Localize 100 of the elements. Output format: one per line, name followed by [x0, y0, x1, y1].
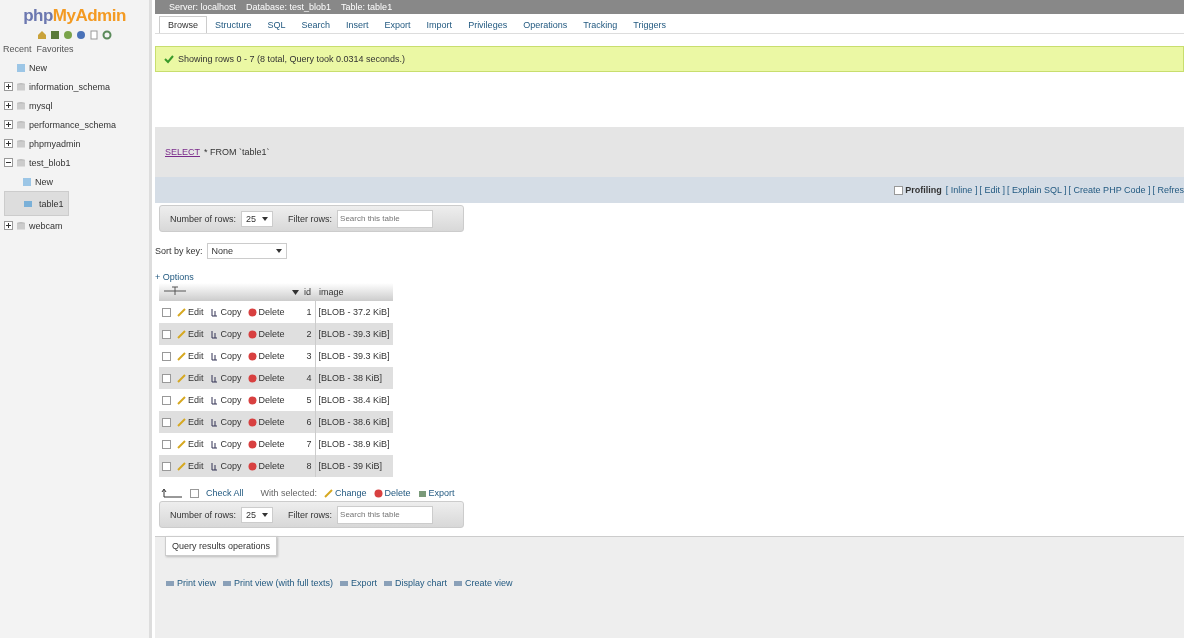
check-all-link[interactable]: Check All: [206, 488, 244, 498]
operation-link[interactable]: Print view: [165, 578, 216, 588]
sidebar-tab[interactable]: Favorites: [36, 44, 74, 54]
operation-link[interactable]: Print view (with full texts): [222, 578, 334, 588]
copy-link[interactable]: Copy: [209, 329, 242, 339]
delete-link[interactable]: Delete: [247, 395, 285, 405]
rows-dropdown[interactable]: 25: [241, 210, 274, 227]
sql-keyword[interactable]: SELECT: [165, 147, 200, 157]
copy-link[interactable]: Copy: [209, 461, 242, 471]
delete-link[interactable]: Delete: [247, 461, 285, 471]
tab[interactable]: Insert: [338, 17, 377, 33]
tab[interactable]: Structure: [207, 17, 260, 33]
tab[interactable]: Export: [376, 17, 419, 33]
delete-link[interactable]: Delete: [247, 351, 285, 361]
expander-icon[interactable]: [4, 82, 13, 91]
delete-link[interactable]: Delete: [247, 373, 285, 383]
expander-icon[interactable]: [4, 139, 13, 148]
sort-dropdown[interactable]: None: [206, 243, 287, 259]
query-link[interactable]: [ Refres: [1152, 185, 1184, 195]
rows-dropdown[interactable]: 25: [241, 506, 274, 523]
tree-item[interactable]: performance_schema: [29, 119, 117, 130]
sidebar-tab[interactable]: Recent: [3, 44, 32, 54]
query-link[interactable]: [ Create PHP Code ]: [1068, 185, 1151, 195]
column-resize-icon[interactable]: [163, 286, 187, 296]
tab[interactable]: Privileges: [460, 17, 516, 33]
tab[interactable]: Browse: [159, 16, 207, 33]
edit-link[interactable]: Edit: [177, 417, 204, 427]
table-cell: [BLOB - 38.9 KiB]: [315, 433, 393, 455]
expander-icon[interactable]: [4, 221, 13, 230]
tab[interactable]: Import: [418, 17, 461, 33]
column-header[interactable]: id: [287, 283, 316, 301]
copy-icon: [209, 439, 219, 449]
table-cell: 6: [287, 411, 316, 433]
checkbox[interactable]: [894, 185, 904, 195]
row-checkbox[interactable]: [162, 439, 171, 449]
tree-item[interactable]: webcam: [29, 220, 63, 231]
table-cell: 8: [287, 455, 316, 477]
operation-link[interactable]: Display chart: [383, 578, 448, 588]
tree-item-row[interactable]: table1: [4, 191, 69, 216]
filter-field[interactable]: Search this table: [337, 209, 434, 228]
pencil-icon: [177, 307, 186, 317]
expander-icon[interactable]: [4, 120, 13, 129]
breadcrumb-link[interactable]: Server: localhost: [169, 2, 237, 12]
delete-link[interactable]: Delete: [247, 329, 285, 339]
tree-item[interactable]: mysql: [29, 100, 53, 111]
document-icon[interactable]: [89, 30, 99, 40]
bulk-action-link[interactable]: Export: [417, 488, 455, 498]
checkbox[interactable]: [190, 488, 199, 498]
expander-icon[interactable]: [4, 101, 13, 110]
copy-link[interactable]: Copy: [209, 373, 242, 383]
breadcrumb-link[interactable]: Table: table1: [341, 2, 393, 12]
tab[interactable]: Search: [293, 17, 339, 33]
message-text: Showing rows 0 - 7 (8 total, Query took 0.0314 seconds.): [178, 54, 406, 64]
options-link[interactable]: + Options: [155, 272, 194, 282]
operation-link[interactable]: Export: [339, 578, 378, 588]
row-checkbox[interactable]: [162, 395, 171, 405]
query-link[interactable]: [ Edit ]: [979, 185, 1005, 195]
home-icon[interactable]: [37, 30, 47, 40]
copy-icon: [209, 417, 219, 427]
tree-item[interactable]: phpmyadmin: [29, 138, 81, 149]
row-checkbox[interactable]: [162, 417, 171, 427]
tree-item[interactable]: New: [29, 62, 47, 73]
delete-link[interactable]: Delete: [247, 417, 285, 427]
edit-link[interactable]: Edit: [177, 461, 204, 471]
edit-link[interactable]: Edit: [177, 395, 204, 405]
copy-link[interactable]: Copy: [209, 351, 242, 361]
edit-link[interactable]: Edit: [177, 329, 204, 339]
breadcrumb-link[interactable]: Database: test_blob1: [246, 2, 332, 12]
delete-link[interactable]: Delete: [247, 307, 285, 317]
copy-link[interactable]: Copy: [209, 439, 242, 449]
bulk-action-link[interactable]: Change: [324, 488, 367, 498]
delete-icon: [373, 488, 383, 498]
tab[interactable]: Operations: [515, 17, 576, 33]
row-checkbox[interactable]: [162, 329, 171, 339]
query-link[interactable]: [ Inline ]: [945, 185, 978, 195]
row-checkbox[interactable]: [162, 461, 171, 471]
copy-link[interactable]: Copy: [209, 417, 242, 427]
bulk-action-link[interactable]: Delete: [373, 488, 411, 498]
logo[interactable]: phpMyAdmin: [0, 6, 149, 26]
operation-link[interactable]: Create view: [453, 578, 513, 588]
tab[interactable]: SQL: [259, 17, 294, 33]
edit-link[interactable]: Edit: [177, 307, 204, 317]
row-checkbox[interactable]: [162, 373, 171, 383]
copy-link[interactable]: Copy: [209, 307, 242, 317]
edit-link[interactable]: Edit: [177, 351, 204, 361]
expander-icon[interactable]: [4, 158, 13, 167]
copy-link[interactable]: Copy: [209, 395, 242, 405]
row-checkbox[interactable]: [162, 351, 171, 361]
edit-link[interactable]: Edit: [177, 439, 204, 449]
tab[interactable]: Triggers: [625, 17, 675, 33]
query-link[interactable]: [ Explain SQL ]: [1006, 185, 1067, 195]
tab[interactable]: Tracking: [575, 17, 626, 33]
tree-item[interactable]: information_schema: [29, 81, 111, 92]
filter-field[interactable]: Search this table: [337, 505, 434, 524]
edit-link[interactable]: Edit: [177, 373, 204, 383]
delete-link[interactable]: Delete: [247, 439, 285, 449]
column-header[interactable]: image: [315, 283, 393, 301]
row-checkbox[interactable]: [162, 307, 171, 317]
tree-item[interactable]: test_blob1: [29, 157, 71, 168]
tree-item-row[interactable]: New: [4, 172, 149, 191]
